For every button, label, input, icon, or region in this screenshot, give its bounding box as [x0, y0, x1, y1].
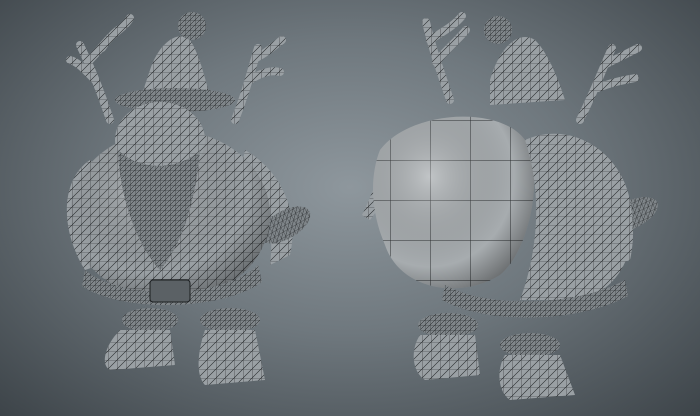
- back-left-antler: [422, 12, 470, 104]
- right-boot: [198, 330, 265, 385]
- right-leg-fur: [200, 308, 260, 332]
- back-left-leg-fur: [418, 313, 478, 337]
- santa-model-back-view: [350, 0, 700, 416]
- back-right-antler: [576, 44, 642, 124]
- back-hat-pompom: [484, 16, 512, 44]
- wireframe-viewport: [0, 0, 700, 416]
- hat-pompom: [178, 12, 206, 40]
- back-right-boot: [499, 355, 575, 400]
- back-santa-body: [520, 133, 633, 300]
- right-antler: [231, 36, 286, 124]
- left-boot: [104, 330, 175, 370]
- back-left-boot: [413, 335, 480, 380]
- back-right-leg-fur: [500, 333, 560, 357]
- santa-back-render: [362, 12, 658, 400]
- belt-buckle: [149, 279, 191, 303]
- santa-front-render: [66, 12, 311, 385]
- back-santa-hat: [490, 36, 565, 105]
- left-leg-fur: [122, 308, 178, 332]
- santa-model-front-view: [0, 0, 350, 416]
